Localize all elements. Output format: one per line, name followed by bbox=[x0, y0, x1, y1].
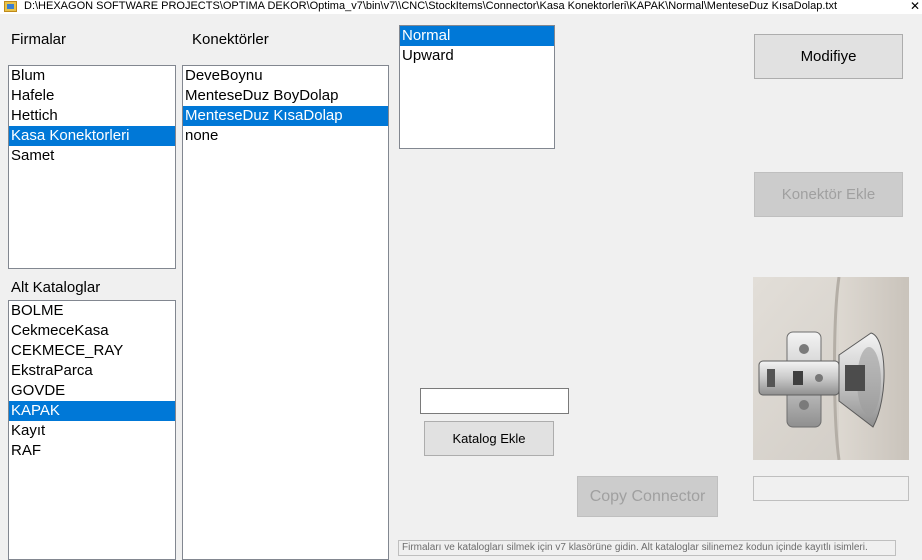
direction-list-item[interactable]: Normal bbox=[400, 26, 554, 46]
firmalar-list-item[interactable]: Kasa Konektorleri bbox=[9, 126, 175, 146]
copy-connector-button[interactable]: Copy Connector bbox=[577, 476, 718, 517]
konektorler-listbox[interactable]: DeveBoynu MenteseDuz BoyDolap MenteseDuz K… bbox=[182, 65, 389, 560]
alt-katalog-list-item[interactable]: RAF bbox=[9, 441, 175, 461]
direction-list-item[interactable]: Upward bbox=[400, 46, 554, 66]
firmalar-list-item[interactable]: Hafele bbox=[9, 86, 175, 106]
katalog-ekle-button[interactable]: Katalog Ekle bbox=[424, 421, 554, 456]
close-icon[interactable]: ✕ bbox=[910, 0, 920, 13]
footer-note: Firmaları ve katalogları silmek için v7 … bbox=[398, 540, 896, 556]
konektor-list-item[interactable]: none bbox=[183, 126, 388, 146]
image-path-field[interactable] bbox=[753, 476, 909, 501]
firmalar-listbox[interactable]: Blum Hafele Hettich Kasa Konektorleri Samet bbox=[8, 65, 176, 269]
konektor-list-item[interactable]: MenteseDuz KısaDolap bbox=[183, 106, 388, 126]
app-icon bbox=[4, 1, 17, 12]
alt-kataloglar-label: Alt Kataloglar bbox=[11, 279, 101, 296]
konektor-ekle-button[interactable]: Konektör Ekle bbox=[754, 172, 903, 217]
alt-katalog-list-item[interactable]: CekmeceKasa bbox=[9, 321, 175, 341]
katalog-name-input[interactable] bbox=[420, 388, 569, 414]
alt-katalog-list-item[interactable]: CEKMECE_RAY bbox=[9, 341, 175, 361]
connector-image bbox=[753, 277, 909, 460]
window-title: D:\HEXAGON SOFTWARE PROJECTS\OPTIMA DEKO… bbox=[24, 0, 838, 12]
modifiye-button[interactable]: Modifiye bbox=[754, 34, 903, 79]
alt-kataloglar-listbox[interactable]: BOLME CekmeceKasa CEKMECE_RAY EkstraParca GO… bbox=[8, 300, 176, 560]
alt-katalog-list-item[interactable]: Kayıt bbox=[9, 421, 175, 441]
hinge-photo-icon bbox=[753, 277, 909, 460]
konektor-list-item[interactable]: MenteseDuz BoyDolap bbox=[183, 86, 388, 106]
window-title-bar: D:\HEXAGON SOFTWARE PROJECTS\OPTIMA DEKO… bbox=[0, 0, 922, 14]
firmalar-list-item[interactable]: Blum bbox=[9, 66, 175, 86]
alt-katalog-list-item[interactable]: GOVDE bbox=[9, 381, 175, 401]
alt-katalog-list-item[interactable]: BOLME bbox=[9, 301, 175, 321]
konektorler-label: Konektörler bbox=[192, 31, 269, 48]
alt-katalog-list-item[interactable]: EkstraParca bbox=[9, 361, 175, 381]
direction-listbox[interactable]: Normal Upward bbox=[399, 25, 555, 149]
firmalar-list-item[interactable]: Hettich bbox=[9, 106, 175, 126]
firmalar-label: Firmalar bbox=[11, 31, 66, 48]
firmalar-list-item[interactable]: Samet bbox=[9, 146, 175, 166]
konektor-list-item[interactable]: DeveBoynu bbox=[183, 66, 388, 86]
alt-katalog-list-item[interactable]: KAPAK bbox=[9, 401, 175, 421]
